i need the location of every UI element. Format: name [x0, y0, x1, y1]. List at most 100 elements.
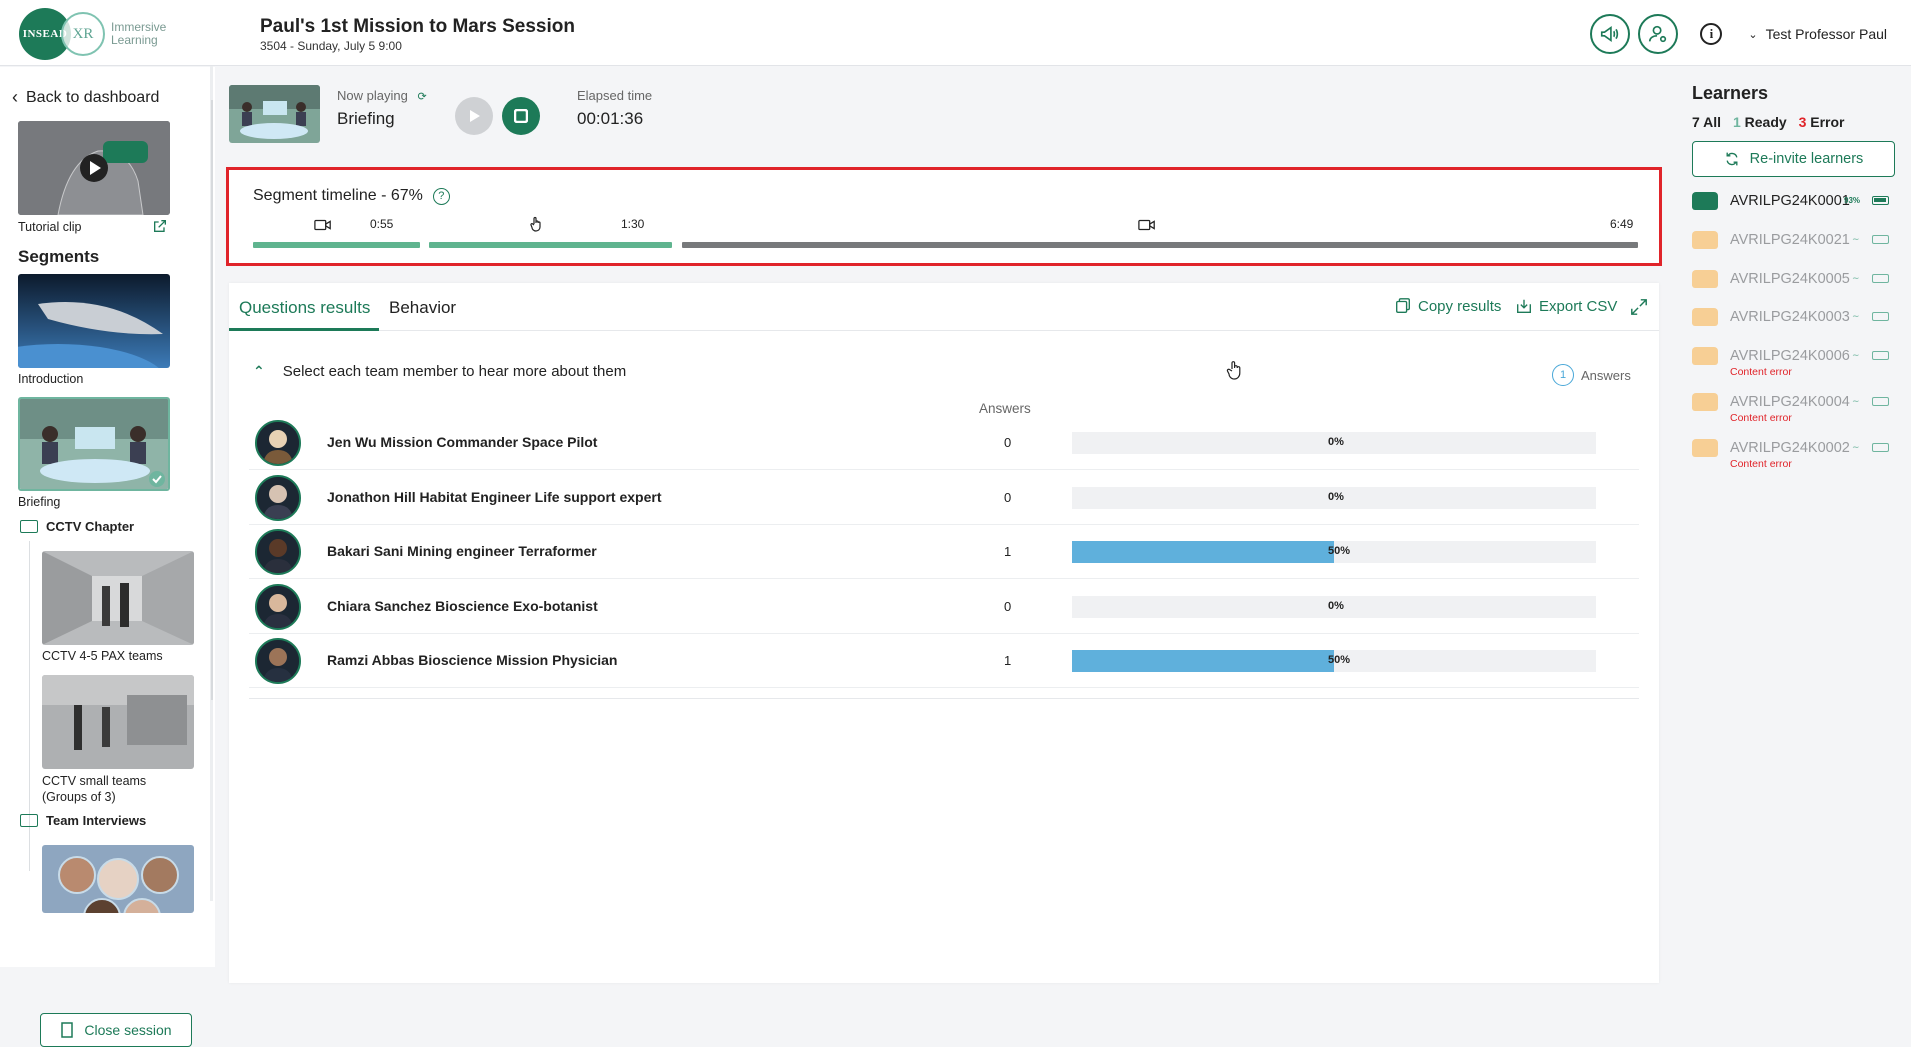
timeline-segment-2[interactable]: [429, 242, 672, 248]
tutorial-clip-thumbnail[interactable]: [18, 121, 170, 215]
insead-logo[interactable]: INSEAD XR Immersive Learning: [19, 8, 166, 60]
member-row[interactable]: Ramzi Abbas Bioscience Mission Physician…: [249, 634, 1639, 688]
chevron-left-icon: ‹: [12, 87, 18, 107]
timeline-segment-1[interactable]: [253, 242, 420, 248]
member-answer-bar: 0%: [1072, 595, 1596, 618]
briefing-thumbnail[interactable]: [18, 397, 170, 491]
team-interviews-thumbnail[interactable]: [42, 845, 194, 913]
top-actions: i ⌄ Test Professor Paul: [1582, 14, 1887, 54]
battery-empty-icon: [1872, 235, 1889, 244]
reinvite-learners-button[interactable]: Re-invite learners: [1692, 141, 1895, 177]
back-label: Back to dashboard: [26, 88, 160, 106]
member-name: Jonathon Hill Habitat Engineer Life supp…: [327, 488, 662, 505]
video-camera-icon: [314, 219, 331, 231]
results-panel: Questions results Behavior Copy results …: [229, 283, 1659, 983]
member-avatar: [255, 638, 301, 684]
chapter-cctv[interactable]: CCTV Chapter: [20, 519, 134, 534]
no-signal-icon: ∼: [1852, 273, 1860, 283]
learner-name: AVRILPG24K0006: [1730, 348, 1850, 364]
cctv-4-5-pax-thumbnail[interactable]: [42, 551, 194, 645]
timeline-title: Segment timeline - 67% ?: [253, 187, 450, 205]
play-button[interactable]: [455, 97, 493, 135]
tutorial-clip-label: Tutorial clip: [18, 220, 82, 234]
close-session-button[interactable]: Close session: [40, 1013, 192, 1047]
reinvite-label: Re-invite learners: [1749, 151, 1864, 167]
sidebar-scrollbar-thumb[interactable]: [211, 100, 213, 700]
all-label: All: [1703, 114, 1722, 130]
question-header[interactable]: ⌃ Select each team member to hear more a…: [253, 363, 626, 380]
learner-item[interactable]: AVRILPG24K0003 ∼: [1692, 305, 1902, 341]
loading-icon: ⟳: [417, 91, 427, 103]
member-answer-percent: 0%: [1328, 436, 1344, 448]
user-gear-icon: [1649, 25, 1667, 43]
member-name: Chiara Sanchez Bioscience Exo-botanist: [327, 597, 598, 614]
external-link-icon[interactable]: [152, 218, 168, 234]
tab-questions-results[interactable]: Questions results: [239, 298, 370, 318]
member-row[interactable]: Chiara Sanchez Bioscience Exo-botanist 0 0…: [249, 580, 1639, 634]
now-playing-thumbnail: [229, 85, 320, 143]
member-row[interactable]: Bakari Sani Mining engineer Terraformer 1…: [249, 525, 1639, 579]
learner-item[interactable]: AVRILPG24K0004 ∼ Content error: [1692, 390, 1902, 426]
learner-item[interactable]: AVRILPG24K0002 ∼ Content error: [1692, 436, 1902, 472]
learners-panel: Learners 7 All 1 Ready 3 Error Re-invite…: [1672, 67, 1911, 967]
learner-item[interactable]: AVRILPG24K0006 ∼ Content error: [1692, 344, 1902, 380]
chapter-label: CCTV Chapter: [46, 519, 135, 534]
help-icon[interactable]: ?: [432, 187, 450, 205]
battery-level: [1874, 198, 1886, 202]
chevron-up-icon: ⌃: [253, 363, 265, 379]
no-signal-icon: ∼: [1852, 442, 1860, 452]
member-avatar-illustration: [257, 585, 299, 628]
now-playing-label: Now playing ⟳: [337, 88, 427, 103]
member-row[interactable]: Jonathon Hill Habitat Engineer Life supp…: [249, 471, 1639, 525]
segment-label-introduction: Introduction: [18, 372, 84, 386]
answers-count-badge: 1 Answers: [1552, 364, 1631, 386]
learner-error: Content error: [1730, 412, 1792, 424]
copy-results-button[interactable]: Copy results: [1394, 297, 1501, 315]
export-csv-button[interactable]: Export CSV: [1515, 297, 1617, 315]
chapter-team-interviews[interactable]: Team Interviews: [20, 813, 146, 828]
info-icon[interactable]: i: [1700, 23, 1723, 45]
battery-icon: [1872, 196, 1889, 205]
stop-button[interactable]: [502, 97, 540, 135]
learner-item[interactable]: AVRILPG24K0021 ∼: [1692, 228, 1902, 264]
member-name: Bakari Sani Mining engineer Terraformer: [327, 543, 597, 559]
member-answer-percent: 50%: [1328, 654, 1351, 666]
member-answer-bar-fill: [1072, 541, 1334, 563]
member-avatar: [255, 583, 301, 630]
active-tab-indicator: [229, 328, 379, 331]
question-text: Select each team member to hear more abo…: [282, 363, 627, 380]
answers-count: 1: [1552, 364, 1574, 386]
rows-divider: [249, 698, 1639, 699]
timeline-segment-3[interactable]: [682, 242, 1638, 248]
vr-headset-icon: [1692, 439, 1718, 457]
vr-headset-icon: [1692, 347, 1718, 365]
learner-counts: 7 All 1 Ready 3 Error: [1692, 114, 1844, 130]
introduction-thumbnail[interactable]: [18, 274, 170, 368]
member-avatar-illustration: [257, 476, 299, 519]
learner-item[interactable]: AVRILPG24K0005 ∼: [1692, 267, 1902, 303]
learner-item[interactable]: AVRILPG24K0001 93%: [1692, 189, 1902, 225]
elapsed-time-label: Elapsed time: [577, 88, 653, 103]
elapsed-time-value: 00:01:36: [577, 109, 644, 128]
segment-label-briefing: Briefing: [18, 495, 61, 509]
member-answer-bar: 0%: [1072, 432, 1596, 454]
cctv-small-teams-thumbnail[interactable]: [42, 675, 194, 769]
member-answer-bar: 50%: [1072, 650, 1596, 672]
folder-open-icon: [20, 814, 38, 827]
vr-headset-icon: [1692, 270, 1718, 288]
tab-behavior[interactable]: Behavior: [389, 298, 456, 318]
user-settings-button[interactable]: [1638, 14, 1679, 54]
member-avatar-illustration: [257, 531, 299, 573]
learner-name: AVRILPG24K0002: [1730, 440, 1850, 456]
expand-icon[interactable]: [1630, 298, 1648, 316]
user-menu[interactable]: ⌄ Test Professor Paul: [1748, 26, 1887, 42]
member-name: Ramzi Abbas Bioscience Mission Physician: [327, 652, 618, 668]
now-playing-value: Briefing: [337, 109, 395, 128]
vr-headset-icon: [1692, 393, 1718, 411]
battery-empty-icon: [1872, 397, 1889, 406]
member-answer-percent: 0%: [1328, 599, 1344, 612]
member-row[interactable]: Jen Wu Mission Commander Space Pilot 0 0%: [249, 416, 1639, 470]
chapter-label: Team Interviews: [46, 813, 147, 828]
back-to-dashboard-link[interactable]: ‹ Back to dashboard: [12, 87, 159, 108]
announcement-button[interactable]: [1590, 14, 1631, 54]
